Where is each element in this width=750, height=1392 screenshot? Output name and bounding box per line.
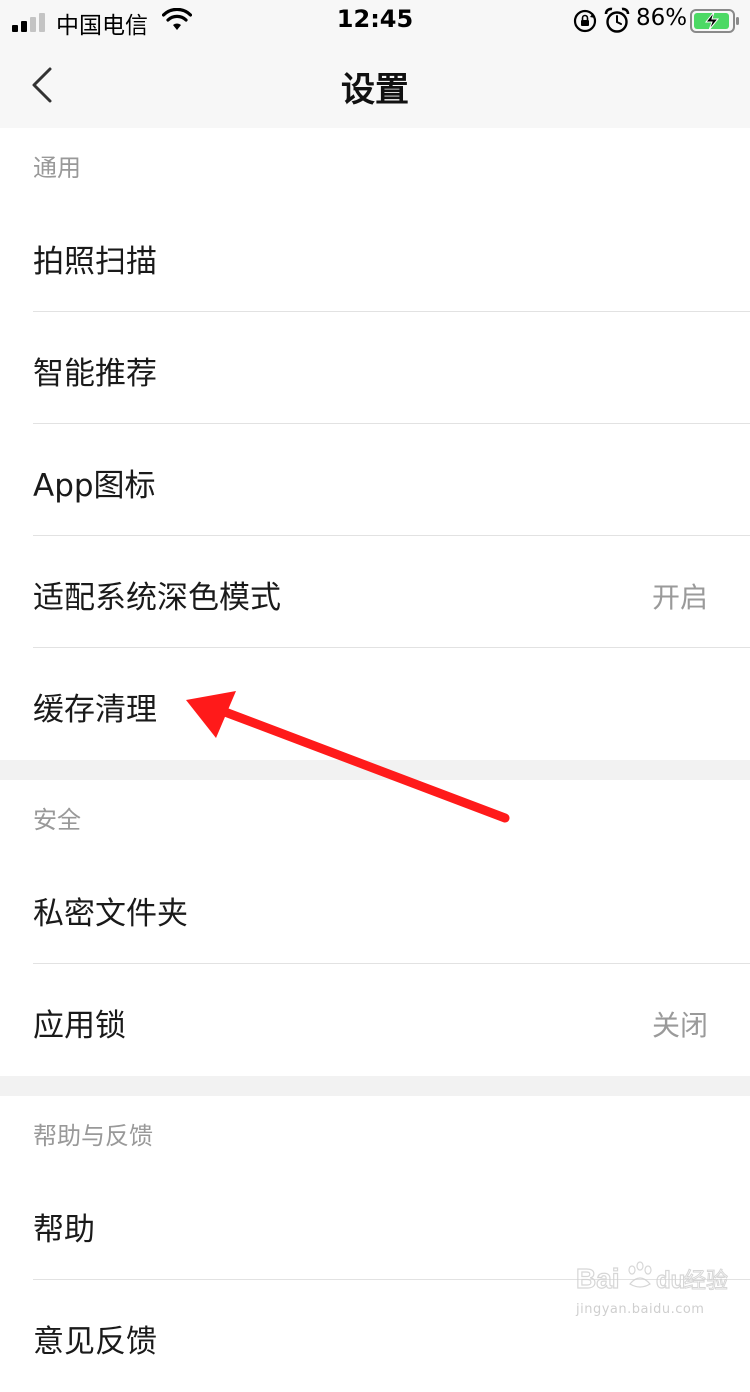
row-label: 私密文件夹 xyxy=(33,896,188,932)
alarm-icon xyxy=(604,7,630,33)
row-label: 智能推荐 xyxy=(33,356,157,392)
watermark-url: jingyan.baidu.com xyxy=(576,1302,705,1317)
section-gap xyxy=(0,1076,750,1096)
settings-row-clear-cache[interactable]: 缓存清理 xyxy=(0,648,750,760)
section-header-label: 安全 xyxy=(33,806,81,834)
row-label: 拍照扫描 xyxy=(33,244,157,280)
settings-row-private-folder[interactable]: 私密文件夹 xyxy=(0,852,750,964)
row-label: 缓存清理 xyxy=(33,692,157,728)
row-value: 开启 xyxy=(651,581,708,614)
settings-row-app-icon[interactable]: App图标 xyxy=(0,424,750,536)
page-title: 设置 xyxy=(341,70,409,110)
row-label: 帮助 xyxy=(33,1212,95,1248)
battery-charging-icon xyxy=(690,9,739,33)
settings-row-smart-recommend[interactable]: 智能推荐 xyxy=(0,312,750,424)
settings-row-app-lock[interactable]: 应用锁 关闭 xyxy=(0,964,750,1076)
section-header-label: 帮助与反馈 xyxy=(33,1122,153,1150)
section-header: 通用 xyxy=(0,128,750,200)
baidu-logo: Bai du 经验 xyxy=(576,1261,729,1295)
row-value: 关闭 xyxy=(651,1009,708,1042)
rotation-lock-icon xyxy=(573,9,597,33)
navigation-bar: 设置 xyxy=(0,42,750,129)
section-header-label: 通用 xyxy=(33,154,81,182)
section-general: 通用 拍照扫描 智能推荐 App图标 适配系统深色模式 开启 缓存清理 xyxy=(0,128,750,760)
row-label: 应用锁 xyxy=(33,1008,126,1044)
status-bar: 中国电信 12:45 86% xyxy=(0,0,750,42)
section-header: 帮助与反馈 xyxy=(0,1096,750,1168)
row-label: App图标 xyxy=(33,468,156,504)
svg-text:Bai: Bai xyxy=(576,1263,620,1294)
settings-row-dark-mode[interactable]: 适配系统深色模式 开启 xyxy=(0,536,750,648)
svg-text:经验: 经验 xyxy=(684,1269,728,1294)
section-header: 安全 xyxy=(0,780,750,852)
settings-row-photo-scan[interactable]: 拍照扫描 xyxy=(0,200,750,312)
row-label: 适配系统深色模式 xyxy=(33,580,281,616)
row-label: 意见反馈 xyxy=(33,1324,157,1360)
section-help-feedback: 帮助与反馈 帮助 意见反馈 xyxy=(0,1096,750,1392)
svg-text:du: du xyxy=(656,1267,685,1294)
section-security: 安全 私密文件夹 应用锁 关闭 xyxy=(0,780,750,1076)
baidu-watermark: Bai du 经验 jingyan.baidu.com xyxy=(576,1258,736,1324)
battery-percent: 86% xyxy=(636,5,688,31)
section-gap xyxy=(0,760,750,780)
